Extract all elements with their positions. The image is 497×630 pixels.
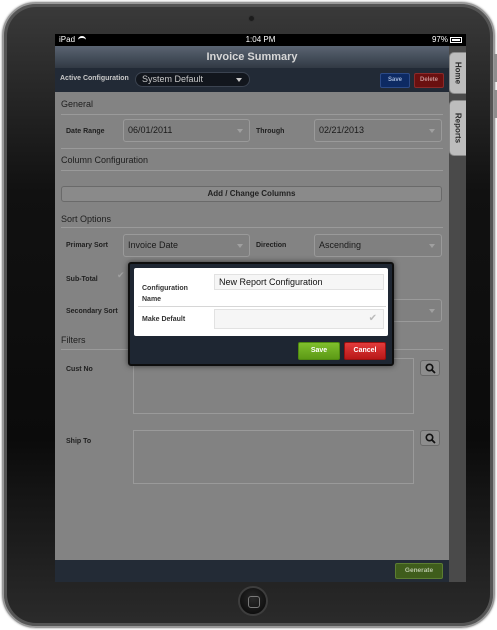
- chevron-down-icon: [429, 129, 435, 133]
- battery-percent: 97%: [431, 35, 448, 44]
- search-icon: [425, 363, 436, 374]
- cust-no-label: Cust No: [66, 366, 93, 373]
- chevron-down-icon: [237, 244, 243, 248]
- save-button[interactable]: Save: [380, 73, 410, 88]
- home-button[interactable]: [238, 586, 268, 616]
- through-label: Through: [256, 128, 285, 135]
- general-heading: General: [61, 99, 94, 109]
- direction-label: Direction: [256, 242, 287, 249]
- search-icon: [425, 433, 436, 444]
- screen: iPad 1:04 PM 97% Invoice Summary Active …: [55, 34, 466, 582]
- page-title: Invoice Summary: [55, 46, 449, 68]
- cust-no-input[interactable]: [133, 358, 414, 414]
- status-time: 1:04 PM: [245, 35, 276, 44]
- make-default-toggle[interactable]: ✔: [214, 309, 384, 329]
- bottom-toolbar: Generate: [55, 560, 449, 582]
- sort-options-heading: Sort Options: [61, 214, 112, 224]
- chevron-down-icon: [429, 309, 435, 313]
- generate-button[interactable]: Generate: [395, 563, 443, 579]
- app-view: Invoice Summary Active Configuration Sys…: [55, 46, 449, 582]
- chevron-down-icon: [236, 78, 242, 82]
- dialog-cancel-button[interactable]: Cancel: [344, 342, 386, 360]
- tab-reports[interactable]: Reports: [449, 100, 466, 156]
- secondary-sort-label: Secondary Sort: [66, 308, 118, 315]
- chevron-down-icon: [429, 244, 435, 248]
- check-icon: ✔: [368, 313, 377, 324]
- config-toolbar: Active Configuration System Default Save…: [55, 68, 449, 92]
- front-camera: [248, 15, 255, 22]
- date-range-label: Date Range: [66, 128, 105, 135]
- primary-sort-value: Invoice Date: [128, 240, 179, 250]
- column-config-heading: Column Configuration: [61, 155, 149, 165]
- dialog-divider: [138, 306, 386, 307]
- active-config-select[interactable]: System Default: [135, 72, 250, 87]
- filters-heading: Filters: [61, 335, 86, 345]
- direction-select[interactable]: Ascending: [314, 234, 442, 257]
- ship-to-label: Ship To: [66, 438, 92, 445]
- ship-to-search-button[interactable]: [420, 430, 440, 446]
- divider: [61, 148, 443, 149]
- save-config-dialog: Configuration Name New Report Configurat…: [128, 262, 394, 366]
- divider: [61, 227, 443, 228]
- ship-to-input[interactable]: [133, 430, 414, 484]
- chevron-down-icon: [237, 129, 243, 133]
- divider: [61, 114, 443, 115]
- config-name-input[interactable]: New Report Configuration: [214, 274, 384, 290]
- status-battery: 97%: [432, 34, 462, 46]
- tab-home[interactable]: Home: [449, 52, 466, 94]
- dialog-save-button[interactable]: Save: [298, 342, 340, 360]
- primary-sort-select[interactable]: Invoice Date: [123, 234, 250, 257]
- ipad-frame: iPad 1:04 PM 97% Invoice Summary Active …: [2, 2, 497, 628]
- dialog-body: Configuration Name New Report Configurat…: [134, 268, 388, 336]
- primary-sort-label: Primary Sort: [66, 242, 109, 249]
- delete-button[interactable]: Delete: [414, 73, 444, 88]
- active-config-value: System Default: [142, 74, 204, 84]
- add-change-columns-button[interactable]: Add / Change Columns: [61, 186, 442, 202]
- date-range-value: 06/01/2011: [128, 125, 173, 135]
- side-tab-strip: Home Reports: [449, 46, 466, 582]
- through-value: 02/21/2013: [319, 125, 365, 135]
- tab-reports-label: Reports: [453, 112, 463, 144]
- config-name-label: Configuration Name: [142, 285, 188, 303]
- tab-home-label: Home: [453, 61, 463, 85]
- battery-icon: [450, 37, 462, 43]
- through-field[interactable]: 02/21/2013: [314, 119, 442, 142]
- direction-value: Ascending: [319, 240, 362, 250]
- date-range-field[interactable]: 06/01/2011: [123, 119, 250, 142]
- subtotal-label: Sub-Total: [66, 276, 98, 283]
- subtotal-check-icon[interactable]: ✔: [117, 270, 125, 281]
- make-default-label: Make Default: [142, 316, 186, 323]
- active-config-label: Active Configuration: [60, 75, 129, 82]
- status-bar: iPad 1:04 PM 97%: [55, 34, 466, 46]
- cust-no-search-button[interactable]: [420, 360, 440, 376]
- divider: [61, 170, 443, 171]
